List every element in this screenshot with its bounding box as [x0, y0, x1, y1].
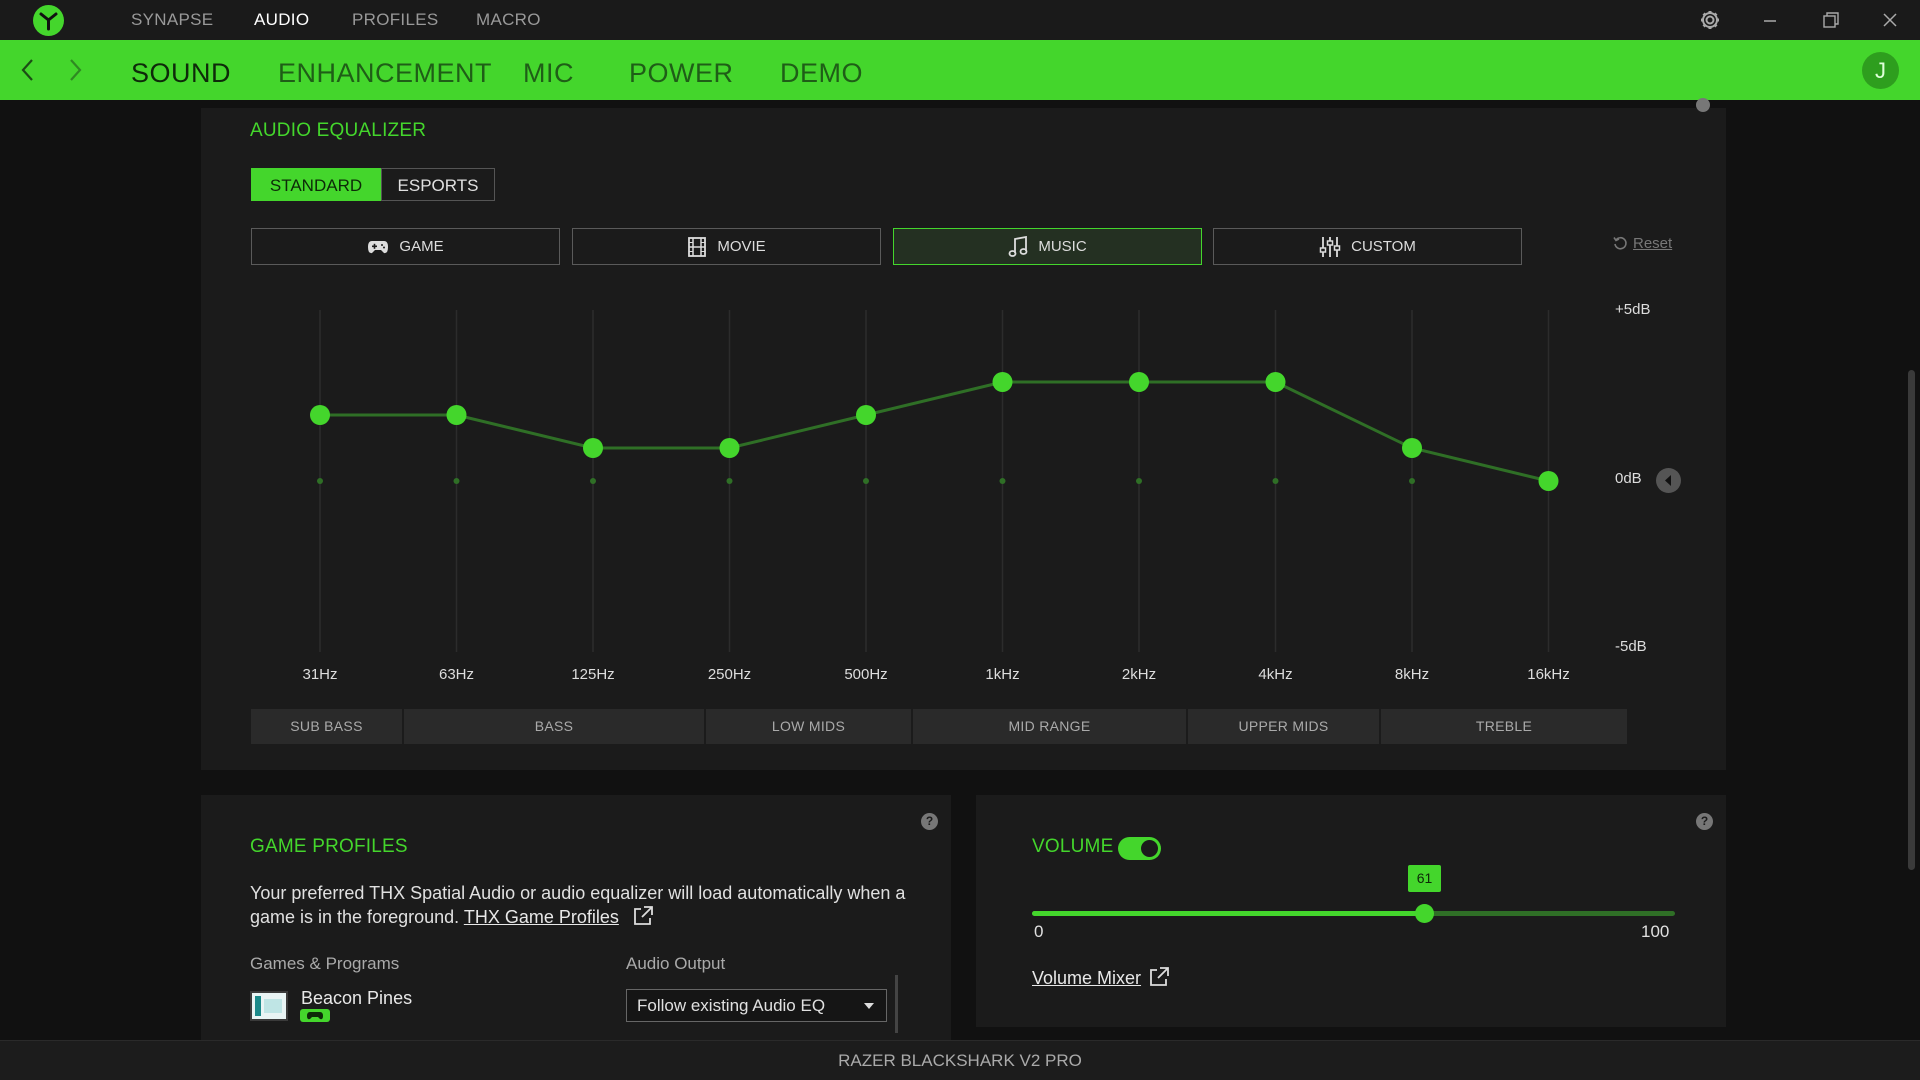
db-zero-label: 0dB: [1615, 470, 1642, 487]
external-link-icon[interactable]: [632, 905, 654, 927]
eq-handle-16kHz[interactable]: [1538, 471, 1559, 491]
game-profiles-description: Your preferred THX Spatial Audio or audi…: [250, 882, 940, 929]
razer-synapse-window: SYNAPSE AUDIO PROFILES MACRO SOUND ENHAN…: [0, 0, 1920, 1080]
band-low-mids: LOW MIDS: [706, 709, 911, 744]
eq-curve: [320, 380, 1549, 483]
volume-slider-thumb[interactable]: [1415, 904, 1434, 923]
volume-mixer-link[interactable]: Volume Mixer: [1032, 968, 1141, 989]
eq-zero-marker: [726, 478, 733, 484]
audio-output-value: Follow existing Audio EQ: [637, 996, 826, 1015]
volume-title: VOLUME: [1032, 836, 1114, 857]
volume-toggle[interactable]: [1118, 837, 1161, 860]
eq-zero-marker: [863, 478, 869, 484]
freq-label: 125Hz: [571, 666, 615, 683]
freq-label: 8kHz: [1394, 666, 1430, 683]
toggle-knob: [1141, 840, 1158, 857]
band-sub-bass: SUB BASS: [251, 709, 402, 744]
external-link-icon[interactable]: [1148, 966, 1170, 988]
eq-zero-marker: [317, 478, 323, 484]
eq-handle-1kHz[interactable]: [992, 372, 1013, 392]
game-profiles-title: GAME PROFILES: [250, 836, 408, 857]
chevron-down-icon: [864, 1003, 874, 1009]
help-icon[interactable]: ?: [921, 813, 938, 830]
freq-label: 1kHz: [985, 666, 1020, 683]
eq-zero-marker: [1136, 478, 1142, 484]
freq-label: 4kHz: [1258, 666, 1293, 683]
audio-output-select[interactable]: Follow existing Audio EQ: [626, 989, 887, 1022]
volume-slider[interactable]: 61: [1032, 865, 1675, 923]
list-scrollbar[interactable]: [895, 975, 898, 1033]
eq-handle-4kHz[interactable]: [1265, 372, 1286, 392]
eq-zero-marker: [1409, 478, 1415, 484]
db-max-label: +5dB: [1615, 301, 1651, 318]
volume-min-label: 0: [1034, 922, 1044, 941]
eq-handle-2kHz[interactable]: [1129, 372, 1149, 392]
volume-value-tooltip: 61: [1408, 865, 1441, 892]
eq-zero-marker: [999, 478, 1006, 484]
freq-label: 2kHz: [1121, 666, 1157, 683]
device-footer: RAZER BLACKSHARK V2 PRO: [0, 1040, 1920, 1080]
eq-zero-marker: [1272, 478, 1279, 484]
band-bass: BASS: [404, 709, 704, 744]
page-scrollbar[interactable]: [1908, 370, 1915, 870]
band-upper-mids: UPPER MIDS: [1188, 709, 1379, 744]
game-thumbnail: [250, 991, 288, 1021]
game-name: Beacon Pines: [301, 988, 413, 1008]
freq-label: 250Hz: [707, 666, 752, 683]
help-icon[interactable]: ?: [1696, 813, 1713, 830]
band-mid-range: MID RANGE: [913, 709, 1186, 744]
eq-handle-500Hz[interactable]: [856, 405, 876, 425]
collapse-arrow-icon[interactable]: [1656, 468, 1681, 493]
freq-label: 31Hz: [302, 666, 338, 683]
freq-label: 500Hz: [844, 666, 888, 683]
thx-game-profiles-link[interactable]: THX Game Profiles: [464, 907, 619, 927]
audio-output-header: Audio Output: [626, 954, 726, 973]
eq-handle-31Hz[interactable]: [310, 405, 330, 425]
games-programs-header: Games & Programs: [250, 954, 400, 973]
band-treble: TREBLE: [1381, 709, 1627, 744]
volume-max-label: 100: [1641, 922, 1670, 941]
db-min-label: -5dB: [1615, 638, 1647, 655]
freq-label: 63Hz: [438, 666, 475, 683]
freq-label: 16kHz: [1527, 666, 1570, 683]
volume-slider-fill: [1032, 911, 1424, 916]
eq-handle-250Hz[interactable]: [719, 438, 740, 458]
eq-handle-8kHz[interactable]: [1402, 438, 1422, 458]
eq-handle-125Hz[interactable]: [583, 438, 603, 458]
eq-zero-marker: [590, 478, 596, 484]
game-badge-icon: [300, 1009, 330, 1022]
eq-zero-marker: [453, 478, 460, 484]
eq-handle-63Hz[interactable]: [446, 405, 467, 425]
